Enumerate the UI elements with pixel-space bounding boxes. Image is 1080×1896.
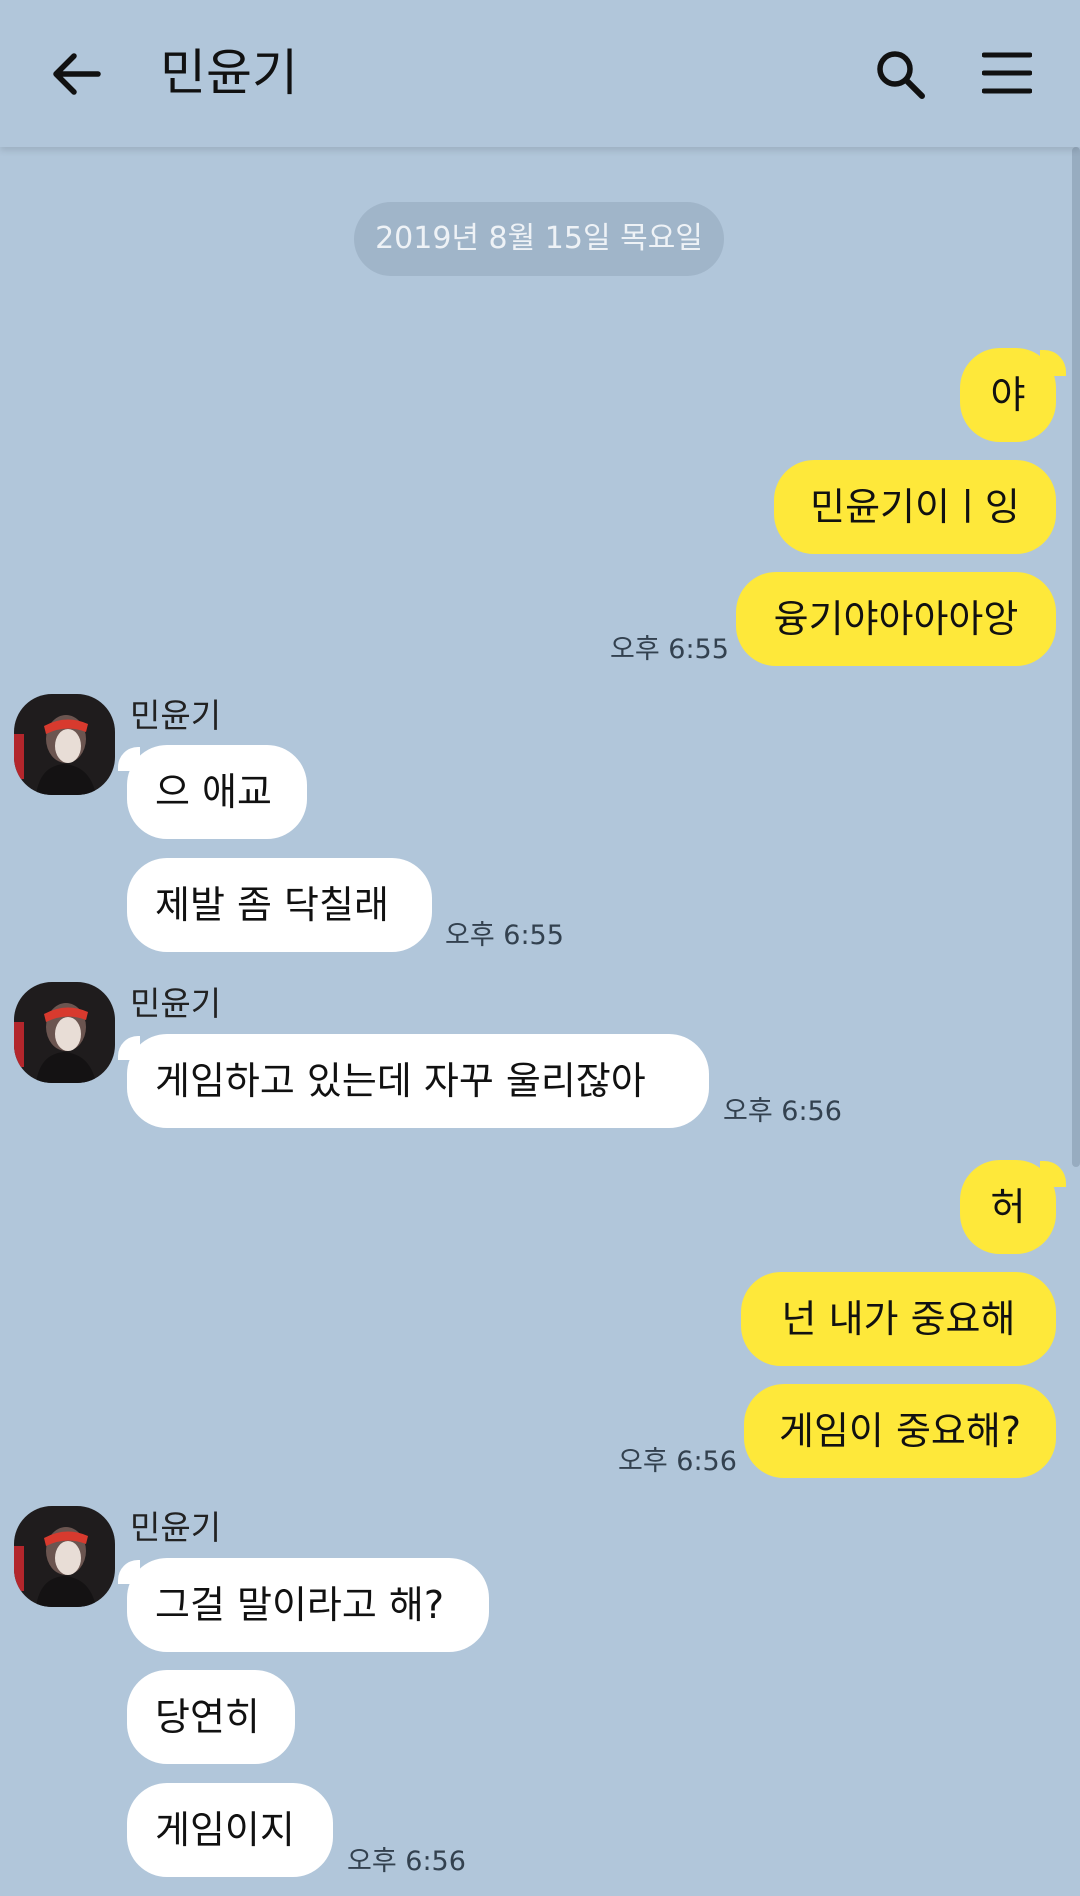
date-divider: 2019년 8월 15일 목요일 <box>354 202 724 276</box>
incoming-message[interactable]: 게임하고 있는데 자꾸 울리잖아 <box>127 1034 709 1128</box>
sender-name: 민윤기 <box>130 696 222 735</box>
incoming-message[interactable]: 그걸 말이라고 해? <box>127 1558 489 1652</box>
message-timestamp: 오후 6:55 <box>610 634 729 665</box>
message-timestamp: 오후 6:55 <box>445 920 564 951</box>
outgoing-message[interactable]: 융기야아아아앙 <box>736 572 1056 666</box>
avatar-image <box>14 1506 115 1607</box>
sender-name: 민윤기 <box>130 1508 222 1547</box>
chat-header: 민윤기 <box>0 0 1080 147</box>
sender-name: 민윤기 <box>130 984 222 1023</box>
incoming-message[interactable]: 제발 좀 닥칠래 <box>127 858 432 952</box>
outgoing-message[interactable]: 야 <box>960 348 1056 442</box>
chat-title: 민윤기 <box>160 44 298 102</box>
message-timestamp: 오후 6:56 <box>723 1096 842 1127</box>
outgoing-message[interactable]: 게임이 중요해? <box>744 1384 1056 1478</box>
hamburger-menu-icon[interactable] <box>982 50 1032 96</box>
outgoing-message[interactable]: 허 <box>960 1160 1056 1254</box>
arrow-left-icon[interactable] <box>48 46 104 102</box>
incoming-message[interactable]: 으 애교 <box>127 745 307 839</box>
avatar[interactable] <box>14 1506 115 1607</box>
avatar[interactable] <box>14 694 115 795</box>
outgoing-message[interactable]: 민윤기이ㅣ잉 <box>774 460 1056 554</box>
avatar-image <box>14 982 115 1083</box>
incoming-message[interactable]: 당연히 <box>127 1670 295 1764</box>
avatar[interactable] <box>14 982 115 1083</box>
scrollbar[interactable] <box>1072 147 1080 1167</box>
message-timestamp: 오후 6:56 <box>618 1446 737 1477</box>
search-icon[interactable] <box>874 48 926 100</box>
outgoing-message[interactable]: 넌 내가 중요해 <box>741 1272 1056 1366</box>
avatar-image <box>14 694 115 795</box>
incoming-message[interactable]: 게임이지 <box>127 1783 333 1877</box>
message-timestamp: 오후 6:56 <box>347 1846 466 1877</box>
